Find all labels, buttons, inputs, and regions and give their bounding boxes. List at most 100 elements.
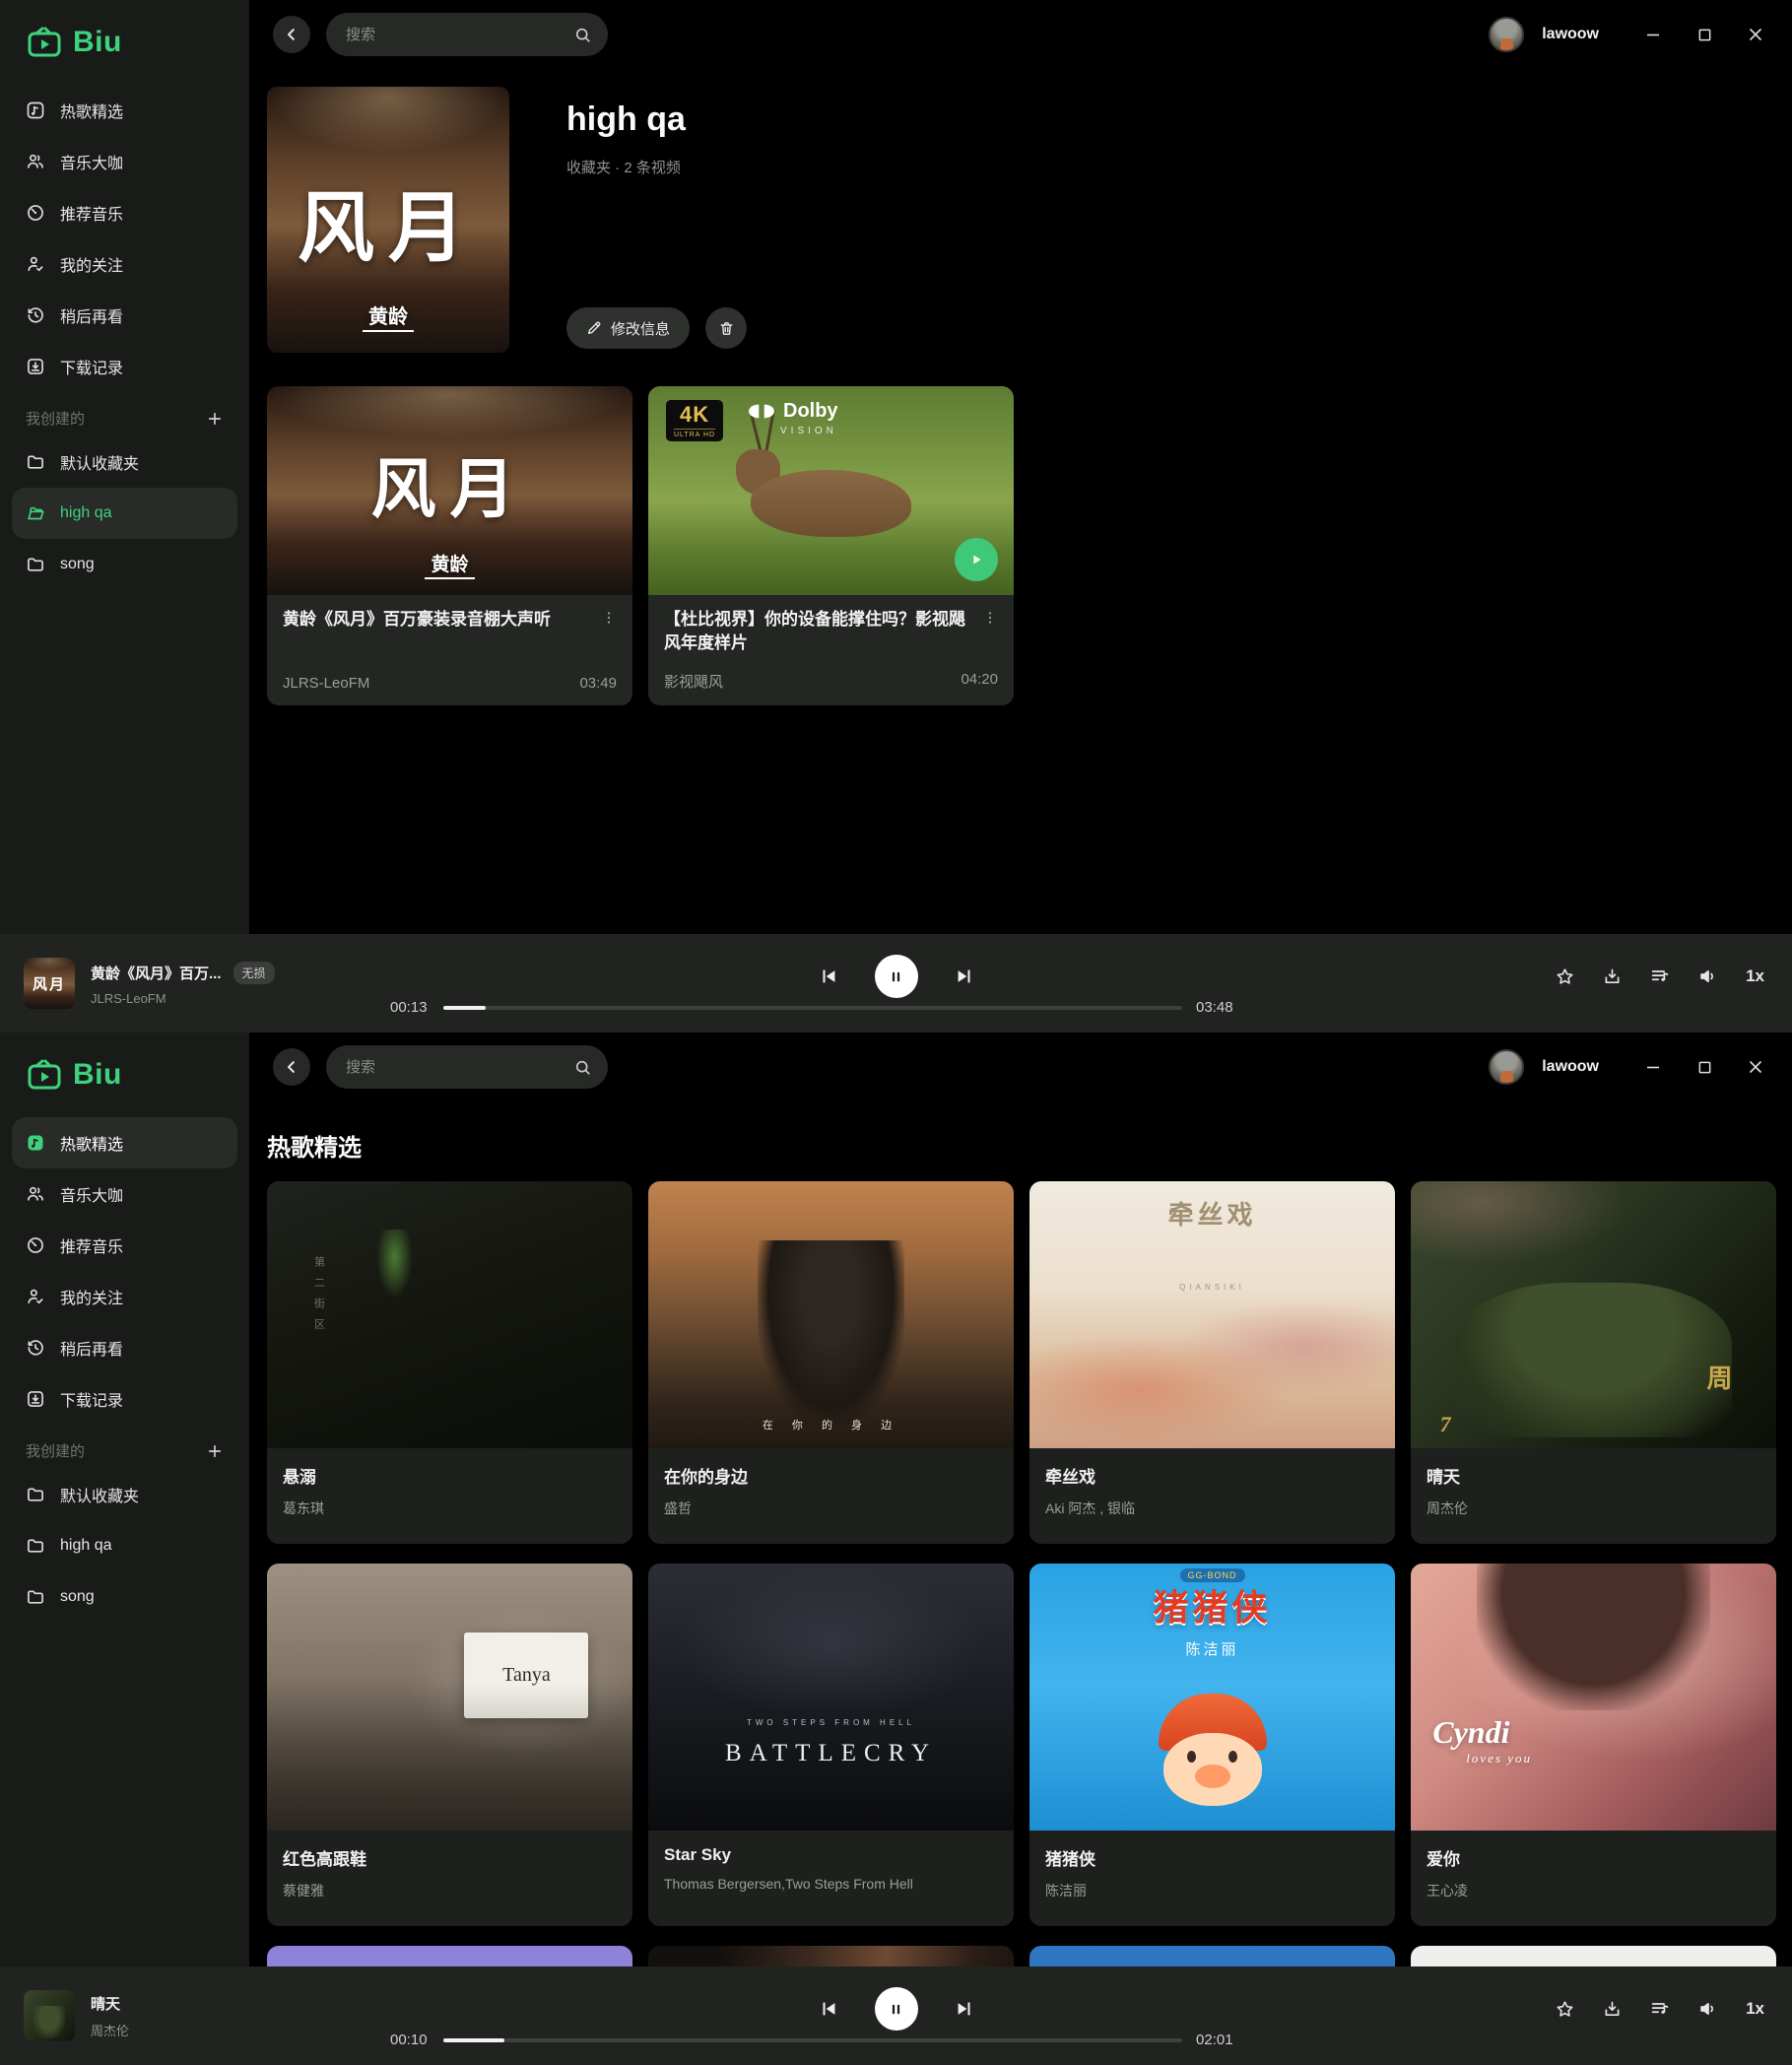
username: lawoow (1542, 26, 1599, 43)
favorite-star-icon[interactable] (1555, 966, 1575, 987)
close-button[interactable] (1745, 24, 1766, 45)
sidebar-item-recommended[interactable]: 推荐音乐 (12, 187, 237, 238)
cartoon-pig-art (1154, 1694, 1272, 1812)
now-playing-cover[interactable] (24, 1990, 75, 2041)
biu-tv-icon (26, 1058, 63, 1092)
search-box[interactable] (326, 1045, 608, 1089)
sidebar-folder-high-qa[interactable]: high qa (12, 488, 237, 539)
seek-bar-fill (443, 2038, 504, 2042)
disc-icon (26, 1235, 45, 1255)
sidebar-item-music-stars[interactable]: 音乐大咖 (12, 136, 237, 187)
sidebar-folder-high-qa[interactable]: high qa (12, 1520, 237, 1571)
song-card[interactable]: 在 你 的 身 边 在你的身边 盛哲 (648, 1181, 1014, 1544)
playback-speed-button[interactable]: 1x (1746, 1999, 1764, 2019)
sidebar-item-label: 音乐大咖 (60, 150, 123, 173)
sidebar: Biu 热歌精选 音乐大咖 推荐音乐 我的关注 稍后再看 (0, 0, 249, 934)
video-author: JLRS-LeoFM (283, 675, 369, 692)
song-card[interactable] (1029, 1946, 1395, 1966)
maximize-button[interactable] (1693, 24, 1715, 45)
sidebar-item-watch-later[interactable]: 稍后再看 (12, 290, 237, 341)
add-folder-icon[interactable] (206, 410, 224, 428)
seek-bar[interactable] (443, 2038, 1182, 2042)
sidebar-folder-default[interactable]: 默认收藏夹 (12, 1469, 237, 1520)
song-title: Star Sky (664, 1845, 998, 1865)
more-options-icon[interactable] (601, 608, 617, 632)
album-cover: 第二街区 (267, 1181, 632, 1448)
sidebar-item-label: 下载记录 (60, 355, 123, 378)
sidebar-item-recommended[interactable]: 推荐音乐 (12, 1220, 237, 1271)
volume-icon[interactable] (1697, 1998, 1719, 2020)
sidebar-item-hot-songs[interactable]: 热歌精选 (12, 85, 237, 136)
play-button-overlay[interactable] (955, 538, 998, 581)
sidebar-item-watch-later[interactable]: 稍后再看 (12, 1322, 237, 1373)
song-card[interactable]: TWO STEPS FROM HELL BATTLECRY Star Sky T… (648, 1564, 1014, 1926)
song-card[interactable] (1411, 1946, 1776, 1966)
user-avatar[interactable] (1489, 1049, 1524, 1085)
song-card[interactable]: Tanya 红色高跟鞋 蔡健雅 (267, 1564, 632, 1926)
album-cover: TWO STEPS FROM HELL BATTLECRY (648, 1564, 1014, 1831)
song-card[interactable] (267, 1946, 632, 1966)
people-icon (26, 1184, 45, 1204)
created-section-header: 我创建的 (12, 392, 237, 436)
video-card[interactable]: 风月 黄龄 黄龄《风月》百万豪装录音棚大声听 JLRS-LeoFM 03:49 (267, 386, 632, 705)
song-card[interactable]: 牵丝戏 QIANSIKI 牵丝戏 Aki 阿杰 , 银临 (1029, 1181, 1395, 1544)
play-queue-icon[interactable] (1649, 966, 1671, 987)
user-avatar[interactable] (1489, 17, 1524, 52)
play-queue-icon[interactable] (1649, 1998, 1671, 2020)
sidebar-item-downloads[interactable]: 下载记录 (12, 341, 237, 392)
video-card[interactable]: 4K ULTRA HD Dolby VISION (648, 386, 1014, 705)
delete-collection-button[interactable] (705, 307, 747, 349)
sidebar-folder-default[interactable]: 默认收藏夹 (12, 436, 237, 488)
sidebar-item-label: 热歌精选 (60, 1131, 123, 1155)
next-track-button[interactable] (954, 966, 975, 987)
search-box[interactable] (326, 13, 608, 56)
search-input[interactable] (346, 27, 564, 43)
search-input[interactable] (346, 1059, 564, 1076)
download-icon[interactable] (1602, 966, 1623, 987)
edit-info-button[interactable]: 修改信息 (566, 307, 690, 349)
song-card[interactable] (648, 1946, 1014, 1966)
volume-icon[interactable] (1697, 966, 1719, 987)
previous-track-button[interactable] (818, 1998, 839, 2020)
pause-button[interactable] (875, 955, 918, 998)
maximize-button[interactable] (1693, 1056, 1715, 1078)
next-track-button[interactable] (954, 1998, 975, 2020)
username: lawoow (1542, 1058, 1599, 1076)
sidebar-folder-label: high qa (60, 504, 112, 522)
download-box-icon (26, 1389, 45, 1409)
song-title: 爱你 (1427, 1845, 1760, 1870)
video-duration: 04:20 (961, 671, 998, 692)
sidebar-folder-song[interactable]: song (12, 539, 237, 590)
sidebar-item-music-stars[interactable]: 音乐大咖 (12, 1168, 237, 1220)
more-options-icon[interactable] (982, 608, 998, 655)
minimize-button[interactable] (1642, 1056, 1664, 1078)
song-card[interactable]: GG-BOND 猪猪侠 陈洁丽 猪猪侠 陈洁丽 (1029, 1564, 1395, 1926)
back-button[interactable] (273, 1048, 310, 1086)
song-card[interactable]: 第二街区 悬溺 葛东琪 (267, 1181, 632, 1544)
sidebar-item-hot-songs[interactable]: 热歌精选 (12, 1117, 237, 1168)
song-card[interactable]: 周 7 晴天 周杰伦 (1411, 1181, 1776, 1544)
add-folder-icon[interactable] (206, 1442, 224, 1460)
minimize-button[interactable] (1642, 24, 1664, 45)
sidebar-folder-song[interactable]: song (12, 1571, 237, 1623)
sidebar-item-my-follows[interactable]: 我的关注 (12, 238, 237, 290)
previous-track-button[interactable] (818, 966, 839, 987)
seek-bar[interactable] (443, 1006, 1182, 1010)
now-playing-artist: JLRS-LeoFM (91, 991, 275, 1006)
sidebar-item-my-follows[interactable]: 我的关注 (12, 1271, 237, 1322)
section-heading: 热歌精选 (267, 1128, 1792, 1163)
sidebar-item-downloads[interactable]: 下载记录 (12, 1373, 237, 1425)
song-title: 猪猪侠 (1045, 1845, 1379, 1870)
song-card[interactable]: Cyndi loves you 爱你 王心凌 (1411, 1564, 1776, 1926)
download-icon[interactable] (1602, 1999, 1623, 2020)
favorite-star-icon[interactable] (1555, 1999, 1575, 2020)
back-button[interactable] (273, 16, 310, 53)
now-playing-cover[interactable]: 风月 (24, 958, 75, 1009)
folder-icon (26, 555, 45, 574)
album-cover: Cyndi loves you (1411, 1564, 1776, 1831)
pause-button[interactable] (875, 1987, 918, 2031)
playback-speed-button[interactable]: 1x (1746, 966, 1764, 986)
video-list: 风月 黄龄 黄龄《风月》百万豪装录音棚大声听 JLRS-LeoFM 03:49 (249, 353, 1792, 705)
close-button[interactable] (1745, 1056, 1766, 1078)
song-artist: Aki 阿杰 , 银临 (1045, 1499, 1379, 1518)
